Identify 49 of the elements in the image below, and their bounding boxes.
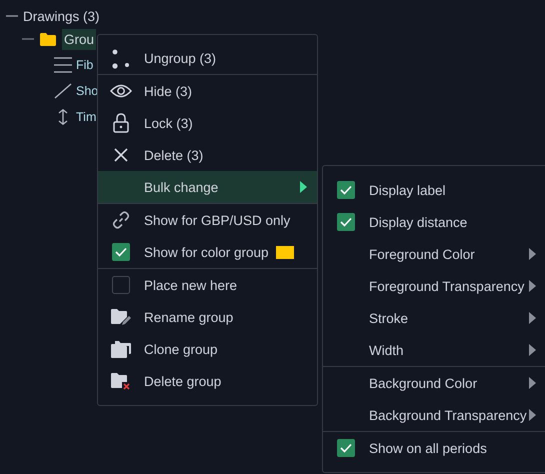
color-swatch[interactable] [276, 246, 294, 258]
menu-item[interactable]: Foreground Color [323, 238, 545, 270]
caret-icon [300, 181, 307, 193]
menu-item[interactable]: Display distance [323, 206, 545, 238]
menu-item[interactable]: Show for color group [98, 236, 317, 268]
menu-item[interactable]: Stroke [323, 302, 545, 334]
tree-item[interactable]: Sho [76, 84, 98, 98]
folder-cross-icon [111, 372, 131, 390]
checkbox[interactable] [112, 243, 130, 261]
menu-item[interactable]: Clone group [98, 333, 317, 365]
caret-icon [527, 312, 536, 324]
folder-pencil-icon [111, 308, 131, 326]
lines-icon [54, 57, 72, 73]
menu-item[interactable]: Show for GBP/USD only [98, 204, 317, 236]
menu-item[interactable]: Bulk change [98, 171, 317, 203]
menu-item[interactable]: Width [323, 334, 545, 366]
tree-item[interactable]: Tim [76, 110, 96, 124]
menu-item[interactable]: Rename group [98, 301, 317, 333]
menu-item[interactable]: Delete group [98, 365, 317, 397]
caret-icon [527, 248, 536, 260]
folders-icon [111, 340, 131, 358]
eye-icon [110, 84, 132, 98]
checkbox[interactable] [337, 439, 355, 457]
menu-item[interactable]: Background Transparency [323, 399, 545, 431]
menu-item[interactable]: Delete (3) [98, 139, 317, 171]
checkbox[interactable] [337, 181, 355, 199]
menu-item[interactable]: Ungroup (3) [98, 43, 317, 74]
folder-icon [40, 32, 56, 46]
menu-item[interactable]: Background Color [323, 367, 545, 399]
caret-icon [527, 344, 536, 356]
tree-item[interactable]: Fib [76, 58, 94, 72]
menu-item[interactable]: Show on all periods [323, 432, 545, 464]
close-icon [114, 148, 128, 162]
menu-item[interactable]: Hide (3) [98, 75, 317, 107]
lock-icon [113, 113, 129, 133]
menu-item[interactable]: Place new here [98, 269, 317, 301]
tree-item[interactable]: Drawings (3) [23, 8, 100, 24]
menu-item[interactable]: Lock (3) [98, 107, 317, 139]
caret-icon [527, 280, 536, 292]
tree-item[interactable]: Grou [62, 28, 96, 50]
dots-icon [111, 48, 131, 68]
menu-item[interactable]: Foreground Transparency [323, 270, 545, 302]
link-icon [112, 211, 130, 229]
line-icon [54, 83, 72, 99]
menu-item[interactable]: Display label [323, 174, 545, 206]
caret-icon [527, 409, 536, 421]
checkbox[interactable] [112, 276, 130, 294]
checkbox[interactable] [337, 213, 355, 231]
caret-icon [527, 377, 536, 389]
